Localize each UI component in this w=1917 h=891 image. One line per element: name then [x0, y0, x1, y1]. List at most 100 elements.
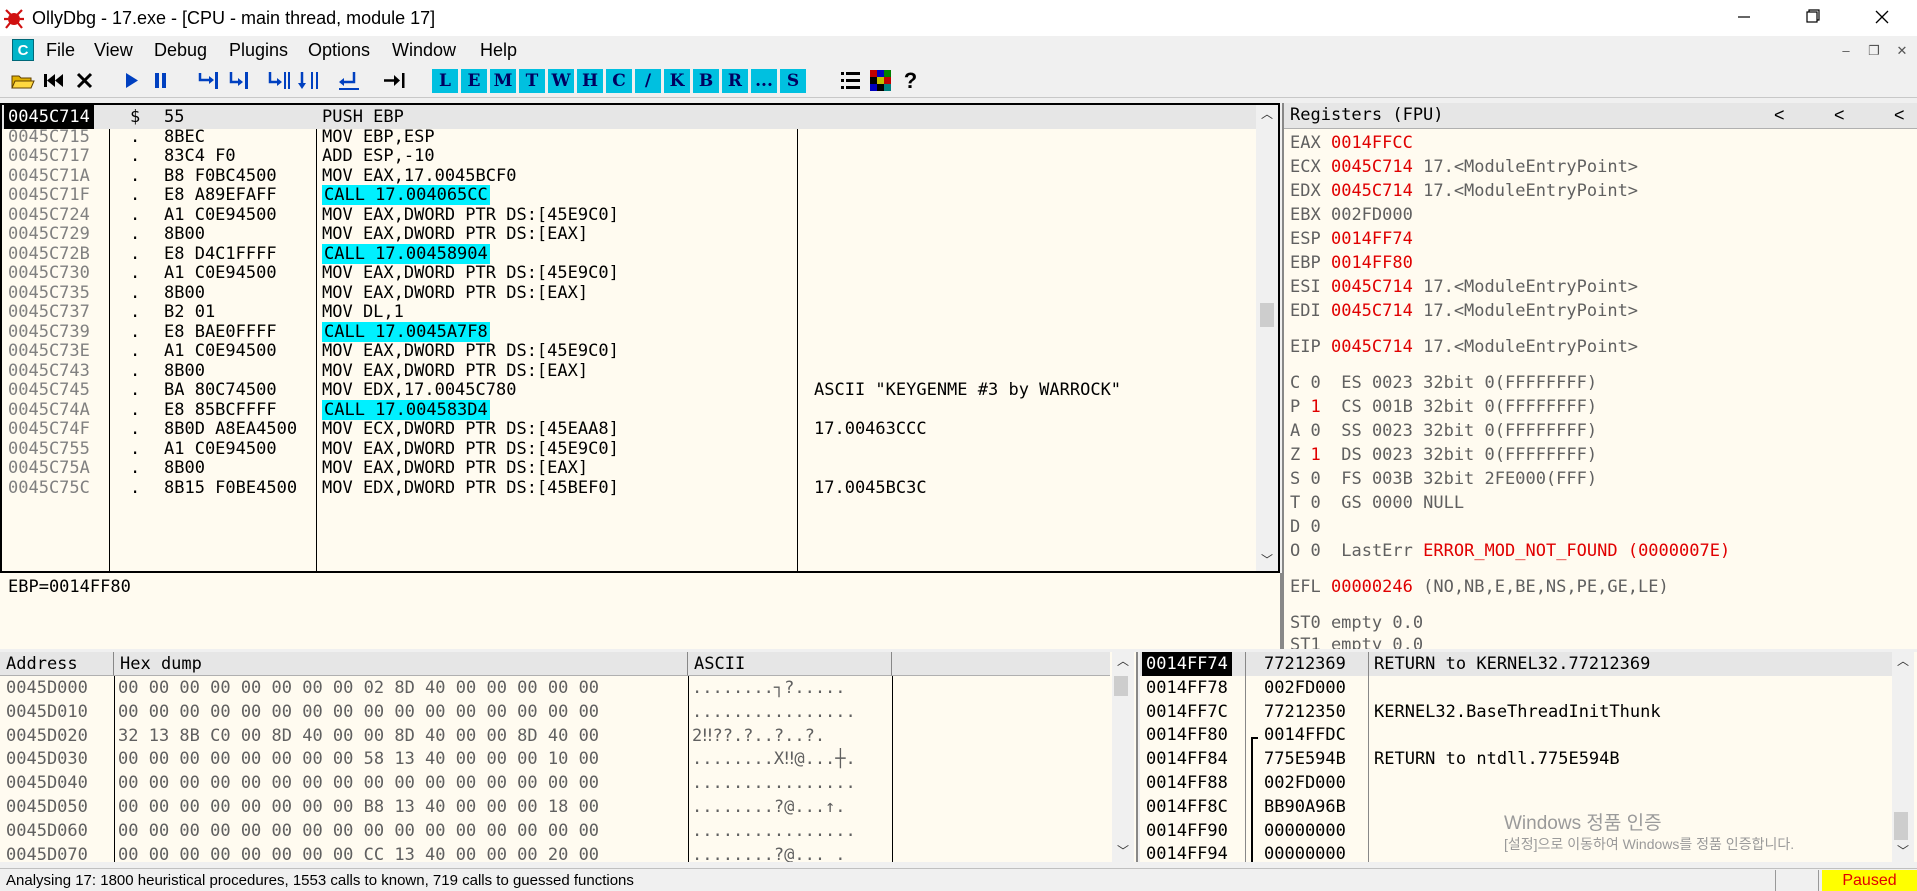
executable-modules-button[interactable]: E	[461, 69, 487, 93]
menu-debug[interactable]: Debug	[154, 40, 207, 61]
dump-hex-bytes: 00 00 00 00 00 00 00 00 B8 13 40 00 00 0…	[118, 797, 600, 817]
restore-button[interactable]	[1780, 0, 1844, 36]
call-stack-button[interactable]: K	[664, 69, 690, 93]
handles-button[interactable]: H	[577, 69, 603, 93]
registers-pane[interactable]: Registers (FPU) < < < EAX 0014FFCC ECX 0…	[1282, 103, 1917, 649]
disassembly-row[interactable]: 0045C75C. 8B15 F0BE4500 MOV EDX,DWORD PTR …	[2, 476, 1278, 500]
dump-row[interactable]: 0045D020 32 13 8B C0 00 8D 40 00 00 8D 40…	[0, 724, 1136, 748]
execute-till-return-button[interactable]	[336, 68, 361, 93]
register-line[interactable]: EBX 002FD000	[1290, 203, 1423, 227]
register-line[interactable]: EAX 0014FFCC	[1290, 131, 1423, 155]
menu-window[interactable]: Window	[392, 40, 456, 61]
close-button[interactable]	[1850, 0, 1914, 36]
chevron-left-icon[interactable]: <	[1834, 105, 1845, 126]
stack-row[interactable]: 0014FF88 002FD000	[1140, 771, 1917, 795]
breakpoints-button[interactable]: B	[693, 69, 719, 93]
log-window-button[interactable]: L	[432, 69, 458, 93]
register-line[interactable]: EDI 0045C714 17.<ModuleEntryPoint>	[1290, 299, 1638, 323]
options-list-button[interactable]	[838, 68, 863, 93]
menu-options[interactable]: Options	[308, 40, 370, 61]
minimize-button[interactable]	[1712, 0, 1776, 36]
trace-over-button[interactable]	[296, 68, 321, 93]
appearance-button[interactable]	[868, 68, 893, 93]
dump-row[interactable]: 0045D070 00 00 00 00 00 00 00 00 CC 13 40…	[0, 843, 1136, 862]
source-button[interactable]: S	[780, 69, 806, 93]
scroll-thumb[interactable]	[1260, 303, 1274, 327]
flag-line[interactable]: D 0	[1290, 515, 1341, 539]
dump-header-address[interactable]: Address	[0, 652, 114, 676]
step-into-button[interactable]	[196, 68, 221, 93]
fpu-st0-line[interactable]: ST0 empty 0.0	[1290, 611, 1423, 635]
dump-row[interactable]: 0045D060 00 00 00 00 00 00 00 00 00 00 00…	[0, 819, 1136, 843]
stack-row[interactable]: 0014FF7C 77212350 KERNEL32.BaseThreadInitT…	[1140, 700, 1917, 724]
scroll-up-icon[interactable]: ︿	[1256, 105, 1278, 123]
memory-map-button[interactable]: M	[490, 69, 516, 93]
dump-row[interactable]: 0045D010 00 00 00 00 00 00 00 00 00 00 00…	[0, 700, 1136, 724]
stack-row[interactable]: 0014FF78 002FD000	[1140, 676, 1917, 700]
run-trace-button[interactable]: ...	[751, 69, 777, 93]
mdi-close-button[interactable]: ✕	[1894, 43, 1910, 59]
scroll-thumb[interactable]	[1114, 676, 1128, 696]
go-to-address-button[interactable]	[382, 68, 407, 93]
fpu-st1-line[interactable]: ST1 empty 0.0	[1290, 633, 1423, 649]
dump-row[interactable]: 0045D050 00 00 00 00 00 00 00 00 B8 13 40…	[0, 795, 1136, 819]
register-line[interactable]: EDX 0045C714 17.<ModuleEntryPoint>	[1290, 179, 1638, 203]
dump-scrollbar[interactable]: ︿ ﹀	[1112, 652, 1134, 862]
chevron-left-icon[interactable]: <	[1894, 105, 1905, 126]
menu-file[interactable]: File	[46, 40, 75, 61]
dump-row[interactable]: 0045D030 00 00 00 00 00 00 00 00 58 13 40…	[0, 747, 1136, 771]
register-line-efl[interactable]: EFL 00000246 (NO,NB,E,BE,NS,PE,GE,LE)	[1290, 575, 1669, 599]
disassembly-scrollbar[interactable]: ︿ ﹀	[1256, 105, 1278, 571]
flag-line[interactable]: C 0 ES 0023 32bit 0(FFFFFFFF)	[1290, 371, 1597, 395]
flag-line[interactable]: P 1 CS 001B 32bit 0(FFFFFFFF)	[1290, 395, 1597, 419]
disassembly-pane[interactable]: 0045C714 $55 PUSH EBP 0045C715. 8BEC MOV EBP,…	[0, 103, 1280, 573]
flag-line[interactable]: A 0 SS 0023 32bit 0(FFFFFFFF)	[1290, 419, 1597, 443]
stack-row[interactable]: 0014FF74 77212369 RETURN to KERNEL32.77212…	[1140, 652, 1917, 676]
run-button[interactable]	[118, 68, 143, 93]
flag-line[interactable]: S 0 FS 003B 32bit 2FE000(FFF)	[1290, 467, 1597, 491]
flag-line[interactable]: O 0 LastErr ERROR_MOD_NOT_FOUND (0000007…	[1290, 539, 1730, 563]
register-line[interactable]: ESP 0014FF74	[1290, 227, 1423, 251]
menu-plugins[interactable]: Plugins	[229, 40, 288, 61]
register-line[interactable]: ECX 0045C714 17.<ModuleEntryPoint>	[1290, 155, 1638, 179]
cpu-button[interactable]: C	[606, 69, 632, 93]
scroll-up-icon[interactable]: ︿	[1112, 652, 1134, 670]
flag-line[interactable]: Z 1 DS 0023 32bit 0(FFFFFFFF)	[1290, 443, 1597, 467]
stack-row[interactable]: 0014FF80 0014FFDC	[1140, 723, 1917, 747]
step-over-button[interactable]	[226, 68, 251, 93]
ollydbg-bug-icon	[4, 9, 24, 29]
stack-pane[interactable]: 0014FF74 77212369 RETURN to KERNEL32.77212…	[1140, 652, 1917, 862]
help-button[interactable]: ?	[898, 68, 923, 93]
cpu-window-logo[interactable]: C	[12, 39, 34, 61]
flag-line[interactable]: T 0 GS 0000 NULL	[1290, 491, 1464, 515]
chevron-left-icon[interactable]: <	[1774, 105, 1785, 126]
hex-dump-pane[interactable]: Address Hex dump ASCII 0045D000 00 00 00 …	[0, 652, 1138, 862]
dump-row[interactable]: 0045D000 00 00 00 00 00 00 00 00 02 8D 40…	[0, 676, 1136, 700]
scroll-down-icon[interactable]: ﹀	[1112, 842, 1134, 860]
scroll-down-icon[interactable]: ﹀	[1892, 842, 1914, 860]
stack-row[interactable]: 0014FF84 775E594B RETURN to ntdll.775E594B	[1140, 747, 1917, 771]
scroll-up-icon[interactable]: ︿	[1892, 652, 1914, 670]
menu-view[interactable]: View	[94, 40, 133, 61]
menu-help[interactable]: Help	[480, 40, 517, 61]
mdi-minimize-button[interactable]: ‒	[1838, 43, 1854, 59]
windows-button[interactable]: W	[548, 69, 574, 93]
dump-header-ascii[interactable]: ASCII	[688, 652, 892, 676]
patches-button[interactable]: /	[635, 69, 661, 93]
mdi-restore-button[interactable]: ❐	[1866, 43, 1882, 59]
scroll-thumb[interactable]	[1894, 812, 1908, 840]
dump-header-hex[interactable]: Hex dump	[114, 652, 688, 676]
register-line[interactable]: ESI 0045C714 17.<ModuleEntryPoint>	[1290, 275, 1638, 299]
open-button[interactable]	[10, 68, 35, 93]
threads-button[interactable]: T	[519, 69, 545, 93]
restart-button[interactable]	[41, 68, 66, 93]
dump-row[interactable]: 0045D040 00 00 00 00 00 00 00 00 00 00 00…	[0, 771, 1136, 795]
close-program-button[interactable]	[72, 68, 97, 93]
trace-into-button[interactable]	[266, 68, 291, 93]
register-line-eip[interactable]: EIP 0045C714 17.<ModuleEntryPoint>	[1290, 335, 1638, 359]
pause-button[interactable]	[148, 68, 173, 93]
stack-scrollbar[interactable]: ︿ ﹀	[1892, 652, 1914, 862]
references-button[interactable]: R	[722, 69, 748, 93]
scroll-down-icon[interactable]: ﹀	[1256, 551, 1278, 569]
register-line[interactable]: EBP 0014FF80	[1290, 251, 1423, 275]
